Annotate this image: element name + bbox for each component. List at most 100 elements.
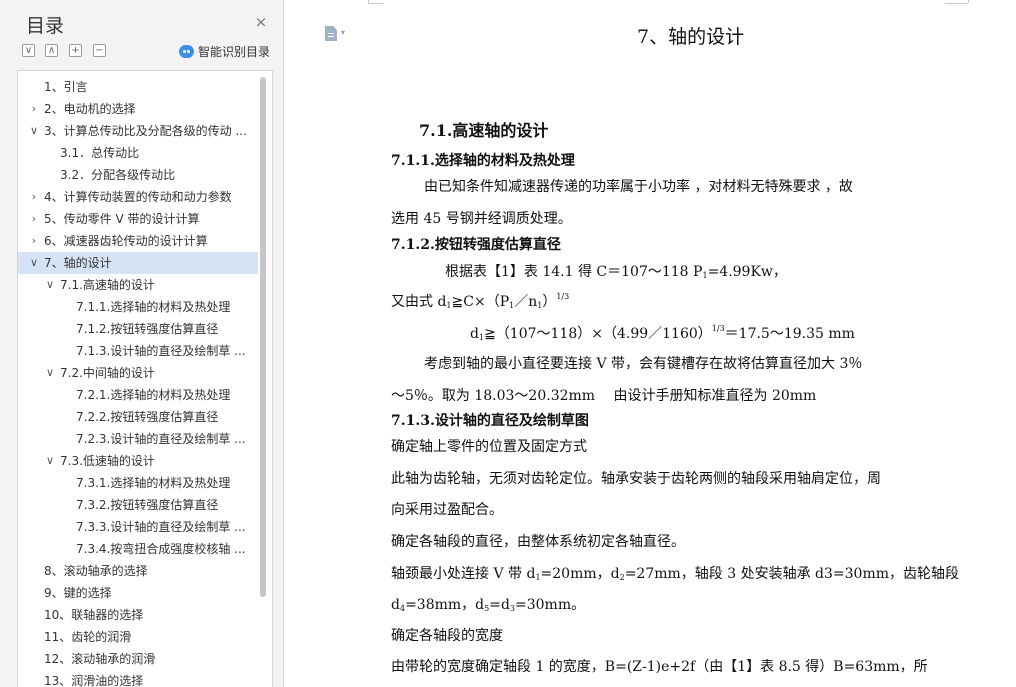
toc-item-label: 3、计算总传动比及分配各级的传动 ... — [44, 124, 247, 138]
toc-item[interactable]: 7.2.3.设计轴的直径及绘制草 ... — [18, 428, 258, 450]
toc-item[interactable]: 7.3.4.按弯扭合成强度校核轴 ... — [18, 538, 258, 560]
toc-item-label: 7.1.1.选择轴的材料及热处理 — [76, 300, 231, 314]
heading-7-1-2: 7.1.2.按钮转强度估算直径 — [391, 237, 561, 253]
chevron-right-icon[interactable]: › — [28, 208, 40, 230]
toc-item[interactable]: 11、齿轮的润滑 — [18, 626, 258, 648]
document-area: ▾ 7、轴的设计 7.1.高速轴的设计 7.1.1.选择轴的材料及热处理 由已知… — [285, 0, 1016, 687]
margin-mark — [945, 3, 968, 4]
toc-item[interactable]: 7.1.2.按钮转强度估算直径 — [18, 318, 258, 340]
toc-item[interactable]: ∨ 7、轴的设计 — [18, 252, 258, 274]
toc-scrollbar[interactable] — [260, 77, 266, 597]
toc-tree: 1、引言 › 2、电动机的选择 ∨ 3、计算总传动比及分配各级的传动 ... 3.1．总传… — [17, 70, 273, 687]
paragraph: 考虑到轴的最小直径要连接 V 带，会有键槽存在故将估算直径加大 3％ — [424, 356, 863, 372]
remove-heading-button[interactable]: − — [93, 44, 106, 57]
toc-item[interactable]: 7.2.2.按钮转强度估算直径 — [18, 406, 258, 428]
expand-up-button[interactable]: ∧ — [45, 44, 58, 57]
page-icon — [325, 26, 337, 41]
toc-item-label: 7.2.3.设计轴的直径及绘制草 ... — [76, 432, 246, 446]
paragraph: 轴颈最小处连接 V 带 d1=20mm，d2=27mm，轴段 3 处安装轴承 d… — [391, 566, 960, 582]
toc-item[interactable]: 7.3.3.设计轴的直径及绘制草 ... — [18, 516, 258, 538]
toc-list: 1、引言 › 2、电动机的选择 ∨ 3、计算总传动比及分配各级的传动 ... 3.1．总传… — [18, 76, 258, 687]
formula-line: d1≧（107～118）×（4.99／1160）1/3＝17.5～19.35 m… — [470, 324, 855, 342]
toc-item-label: 7.2.中间轴的设计 — [60, 366, 155, 380]
toc-item-label: 10、联轴器的选择 — [44, 608, 144, 622]
toc-item[interactable]: 10、联轴器的选择 — [18, 604, 258, 626]
toc-item[interactable]: ∨ 7.2.中间轴的设计 — [18, 362, 258, 384]
chevron-down-icon[interactable]: ∨ — [28, 120, 40, 142]
toc-item[interactable]: › 2、电动机的选择 — [18, 98, 258, 120]
collapse-all-button[interactable]: ∨ — [22, 44, 35, 57]
chevron-down-icon[interactable]: ∨ — [28, 252, 40, 274]
toc-item-label: 11、齿轮的润滑 — [44, 630, 132, 644]
toc-item-label: 7.1.高速轴的设计 — [60, 278, 155, 292]
toc-item[interactable]: 7.3.1.选择轴的材料及热处理 — [18, 472, 258, 494]
toc-item-label: 3.2．分配各级传动比 — [60, 168, 176, 182]
toc-item[interactable]: 7.2.1.选择轴的材料及热处理 — [18, 384, 258, 406]
toc-item[interactable]: 12、滚动轴承的润滑 — [18, 648, 258, 670]
toc-item[interactable]: 3.1．总传动比 — [18, 142, 258, 164]
smart-toc-icon — [179, 44, 194, 58]
paragraph: 确定轴上零件的位置及固定方式 — [391, 439, 587, 455]
toc-item-label: 7.1.3.设计轴的直径及绘制草 ... — [76, 344, 246, 358]
toc-item-label: 7.2.2.按钮转强度估算直径 — [76, 410, 219, 424]
smart-toc-label: 智能识别目录 — [198, 44, 271, 59]
chevron-down-icon[interactable]: ∨ — [44, 450, 56, 472]
toc-title: 目录 — [26, 15, 65, 37]
toc-item-label: 7.1.2.按钮转强度估算直径 — [76, 322, 219, 336]
toc-item-label: 1、引言 — [44, 80, 88, 94]
toc-item[interactable]: › 4、计算传动装置的传动和动力参数 — [18, 186, 258, 208]
paragraph: 选用 45 号钢并经调质处理。 — [391, 211, 572, 227]
toc-item[interactable]: 1、引言 — [18, 76, 258, 98]
toc-item-label: 7、轴的设计 — [44, 256, 112, 270]
toc-item[interactable]: 8、滚动轴承的选择 — [18, 560, 258, 582]
margin-mark — [968, 0, 969, 3]
toc-item[interactable]: ∨ 7.3.低速轴的设计 — [18, 450, 258, 472]
chevron-right-icon[interactable]: › — [28, 186, 40, 208]
toc-item-label: 6、减速器齿轮传动的设计计算 — [44, 234, 208, 248]
toc-item-label: 3.1．总传动比 — [60, 146, 140, 160]
toc-item-label: 13、润滑油的选择 — [44, 674, 144, 687]
heading-7-1-3: 7.1.3.设计轴的直径及绘制草图 — [391, 413, 589, 429]
toc-item[interactable]: 13、润滑油的选择 — [18, 670, 258, 687]
toc-item-label: 7.3.1.选择轴的材料及热处理 — [76, 476, 231, 490]
formula-line: 又由式 d1≧C×（P1／n1）1/3 — [391, 292, 570, 310]
toc-item-label: 9、键的选择 — [44, 586, 112, 600]
toc-item-label: 8、滚动轴承的选择 — [44, 564, 148, 578]
paragraph: 向采用过盈配合。 — [391, 502, 503, 518]
toc-item[interactable]: ∨ 7.1.高速轴的设计 — [18, 274, 258, 296]
toc-item[interactable]: › 5、传动零件 V 带的设计计算 — [18, 208, 258, 230]
margin-mark — [368, 3, 384, 4]
add-heading-button[interactable]: + — [69, 44, 82, 57]
chevron-right-icon[interactable]: › — [28, 98, 40, 120]
close-icon[interactable]: × — [254, 15, 268, 30]
chevron-right-icon[interactable]: › — [28, 230, 40, 252]
toc-item-label: 12、滚动轴承的润滑 — [44, 652, 156, 666]
paragraph: 确定各轴段的宽度 — [391, 628, 503, 644]
toc-item[interactable]: 7.1.1.选择轴的材料及热处理 — [18, 296, 258, 318]
toc-item[interactable]: 9、键的选择 — [18, 582, 258, 604]
paragraph: 由带轮的宽度确定轴段 1 的宽度，B=(Z-1)e+2f（由【1】表 8.5 得… — [391, 659, 928, 675]
paragraph: 此轴为齿轮轴，无须对齿轮定位。轴承安装于齿轮两侧的轴段采用轴肩定位，周 — [391, 471, 881, 487]
chevron-down-icon[interactable]: ∨ — [44, 274, 56, 296]
toc-item[interactable]: ∨ 3、计算总传动比及分配各级的传动 ... — [18, 120, 258, 142]
paragraph: 由已知条件知减速器传递的功率属于小功率 ，对材料无特殊要求 ，故 — [424, 179, 853, 195]
toc-item-label: 5、传动零件 V 带的设计计算 — [44, 212, 200, 226]
toc-sidebar: 目录 × ∨ ∧ + − 智能识别目录 1、引言 › 2、电动机的选择 ∨ 3、计算总传… — [0, 0, 284, 687]
chapter-title: 7、轴的设计 — [637, 26, 745, 48]
toc-item[interactable]: 7.3.2.按钮转强度估算直径 — [18, 494, 258, 516]
smart-toc-button[interactable]: 智能识别目录 — [179, 42, 270, 60]
toc-item[interactable]: › 6、减速器齿轮传动的设计计算 — [18, 230, 258, 252]
toc-item-label: 7.3.低速轴的设计 — [60, 454, 155, 468]
section-title: 7.1.高速轴的设计 — [419, 121, 549, 140]
paragraph: ～5％。取为 18.03～20.32mm 由设计手册知标准直径为 20mm — [391, 388, 817, 404]
toc-item-label: 7.3.2.按钮转强度估算直径 — [76, 498, 219, 512]
toc-item-label: 7.3.4.按弯扭合成强度校核轴 ... — [76, 542, 246, 556]
formula-line: 根据表【1】表 14.1 得 C＝107～118 P1=4.99Kw， — [445, 264, 787, 280]
chevron-down-icon[interactable]: ∨ — [44, 362, 56, 384]
heading-7-1-1: 7.1.1.选择轴的材料及热处理 — [391, 153, 575, 169]
dropdown-arrow-icon: ▾ — [341, 28, 346, 37]
toc-item[interactable]: 7.1.3.设计轴的直径及绘制草 ... — [18, 340, 258, 362]
toc-item[interactable]: 3.2．分配各级传动比 — [18, 164, 258, 186]
document-menu-icon[interactable]: ▾ — [325, 26, 355, 42]
paragraph: 确定各轴段的直径，由整体系统初定各轴直径。 — [391, 534, 685, 550]
